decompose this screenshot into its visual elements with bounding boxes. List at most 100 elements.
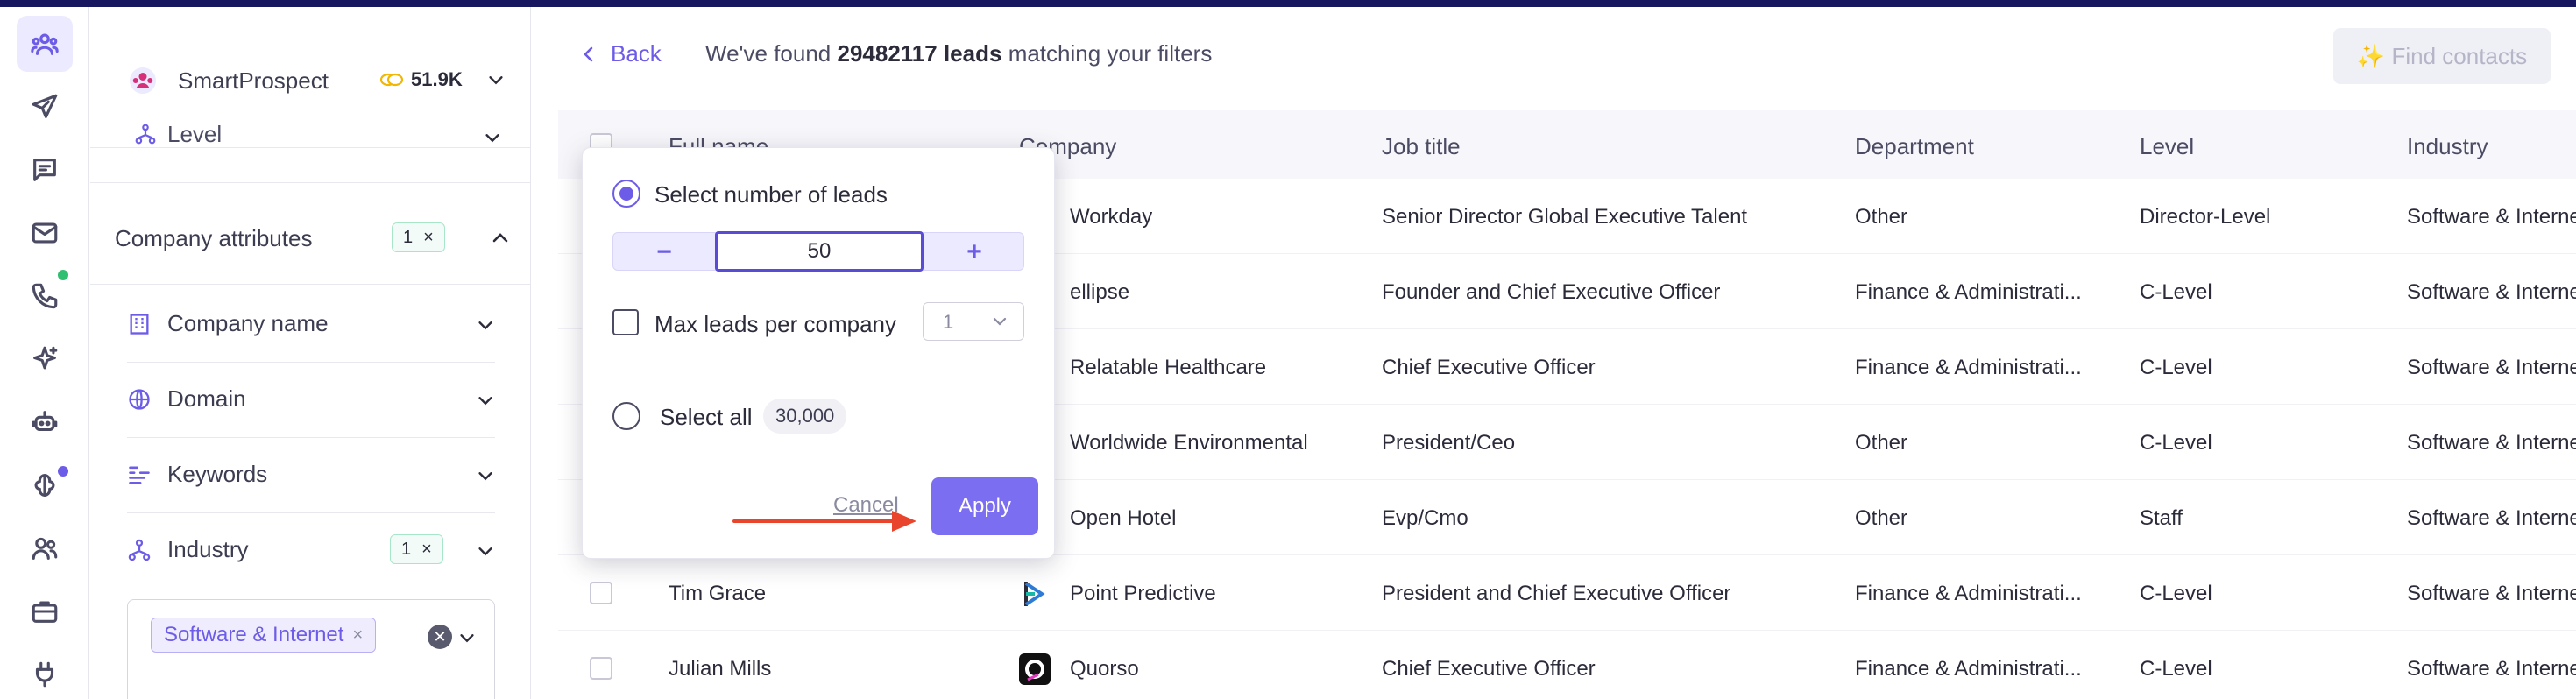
- column-job-title[interactable]: Job title: [1382, 133, 1461, 160]
- cell-job-title: Chief Executive Officer: [1382, 356, 1596, 379]
- cell-company[interactable]: Worldwide Environmental: [1070, 431, 1308, 455]
- select-all-radio[interactable]: [612, 402, 640, 430]
- cell-department: Other: [1855, 205, 1908, 229]
- chat-icon: [33, 159, 56, 181]
- rail-prospects-button[interactable]: [17, 16, 73, 72]
- lead-count-input[interactable]: 50: [715, 231, 924, 272]
- cell-department: Finance & Administrati...: [1855, 657, 2082, 681]
- filter-sidebar: SmartProspect 51.9K Level Company attrib…: [90, 7, 531, 699]
- company-attributes-section[interactable]: Company attributes 1 ×: [115, 214, 518, 263]
- rail-ai-button[interactable]: [17, 331, 73, 387]
- industry-chip[interactable]: Software & Internet ×: [151, 618, 377, 653]
- cell-company[interactable]: Open Hotel: [1070, 506, 1176, 531]
- cell-company[interactable]: Workday: [1070, 205, 1152, 229]
- filter-label: Industry: [167, 536, 249, 562]
- badge-clear-icon[interactable]: ×: [423, 228, 434, 248]
- divider: [90, 284, 530, 285]
- mail-icon: [32, 222, 58, 244]
- found-suffix: matching your filters: [1008, 40, 1213, 67]
- cell-level: C-Level: [2140, 280, 2212, 304]
- rail-integrations-button[interactable]: [17, 646, 73, 699]
- brand-name: SmartProspect: [178, 67, 329, 94]
- industry-badge[interactable]: 1 ×: [390, 534, 443, 564]
- select-all-count-badge: 30,000: [763, 399, 847, 434]
- cell-job-title: President/Ceo: [1382, 431, 1516, 455]
- chevron-down-icon: [993, 317, 1007, 326]
- rail-send-button[interactable]: [17, 79, 73, 135]
- filter-label: Keywords: [167, 461, 268, 487]
- max-per-company-checkbox[interactable]: [612, 309, 639, 335]
- send-icon: [32, 94, 58, 118]
- cell-level: Director-Level: [2140, 205, 2271, 229]
- row-checkbox[interactable]: [590, 657, 612, 680]
- company-attributes-badge[interactable]: 1 ×: [392, 222, 445, 252]
- back-button[interactable]: Back: [581, 40, 662, 67]
- badge-clear-icon[interactable]: ×: [421, 540, 432, 560]
- apply-button[interactable]: Apply: [931, 477, 1038, 535]
- filter-domain[interactable]: Domain: [127, 363, 495, 438]
- badge-count: 1: [403, 227, 414, 247]
- increment-button[interactable]: +: [924, 233, 1025, 272]
- find-contacts-button[interactable]: ✨ Find contacts: [2333, 28, 2551, 84]
- icon-rail: [0, 7, 89, 699]
- cell-company[interactable]: Relatable Healthcare: [1070, 356, 1266, 380]
- cell-company[interactable]: Quorso: [1070, 657, 1139, 681]
- decrement-button[interactable]: −: [613, 233, 715, 272]
- users-icon: [32, 537, 58, 560]
- cell-company[interactable]: Point Predictive: [1070, 582, 1216, 606]
- cell-level: Staff: [2140, 506, 2183, 530]
- filter-keywords[interactable]: Keywords: [127, 438, 495, 513]
- badge-count: 1: [401, 539, 412, 559]
- rail-mail-button[interactable]: [17, 205, 73, 261]
- prospects-icon: [31, 33, 59, 55]
- found-count: 29482117 leads: [837, 40, 1002, 67]
- industry-select[interactable]: Software & Internet × ✕: [127, 599, 495, 699]
- plug-icon: [35, 661, 54, 688]
- rail-chat-button[interactable]: [17, 142, 73, 198]
- filter-industry[interactable]: Industry 1 ×: [127, 513, 495, 589]
- rail-briefcase-button[interactable]: [17, 583, 73, 639]
- point-predictive-logo-icon: [1024, 582, 1045, 606]
- top-accent-bar: [0, 0, 2576, 7]
- max-per-company-label[interactable]: Max leads per company: [655, 311, 896, 338]
- column-level[interactable]: Level: [2140, 133, 2194, 160]
- select-number-radio[interactable]: [612, 180, 640, 208]
- keywords-icon: [129, 466, 150, 484]
- filter-label: Company name: [167, 310, 329, 336]
- rail-team-button[interactable]: [17, 520, 73, 576]
- select-all-label[interactable]: Select all: [660, 404, 753, 431]
- found-prefix: We've found: [705, 40, 832, 67]
- cell-company[interactable]: ellipse: [1070, 280, 1129, 305]
- rail-brain-button[interactable]: [17, 457, 73, 513]
- chip-remove-icon[interactable]: ×: [352, 625, 363, 646]
- cell-department: Other: [1855, 506, 1908, 530]
- hierarchy-icon: [135, 124, 156, 145]
- cell-name[interactable]: Julian Mills: [669, 657, 771, 681]
- max-per-company-select[interactable]: 1: [923, 302, 1024, 341]
- filter-company-name[interactable]: Company name: [127, 287, 495, 363]
- table-row[interactable]: Julian Mills Quorso Chief Executive Offi…: [558, 631, 2576, 699]
- phone-icon: [32, 283, 58, 309]
- column-industry[interactable]: Industry: [2407, 133, 2488, 160]
- rail-bot-button[interactable]: [17, 394, 73, 450]
- divider: [90, 182, 530, 183]
- table-row[interactable]: Tim Grace Point Predictive President and…: [558, 555, 2576, 631]
- cell-job-title: President and Chief Executive Officer: [1382, 582, 1731, 605]
- row-checkbox[interactable]: [590, 582, 612, 604]
- chevron-down-icon[interactable]: [486, 70, 506, 89]
- chevron-down-icon[interactable]: [457, 628, 477, 647]
- cell-industry: Software & Internet: [2407, 280, 2576, 304]
- chevron-down-icon: [485, 134, 499, 143]
- chevron-up-icon[interactable]: [490, 228, 511, 249]
- column-department[interactable]: Department: [1855, 133, 1974, 160]
- company-attributes-title: Company attributes: [115, 224, 313, 251]
- rail-phone-button[interactable]: [17, 268, 73, 324]
- cell-name[interactable]: Tim Grace: [669, 582, 766, 606]
- filter-level-row[interactable]: Level: [134, 121, 502, 154]
- clear-all-icon[interactable]: ✕: [428, 625, 452, 649]
- select-number-label[interactable]: Select number of leads: [655, 181, 888, 208]
- credits-value: 51.9K: [411, 68, 463, 90]
- results-summary: We've found 29482117 leads matching your…: [705, 40, 1212, 67]
- cell-industry: Software & Internet: [2407, 506, 2576, 530]
- cell-department: Finance & Administrati...: [1855, 356, 2082, 379]
